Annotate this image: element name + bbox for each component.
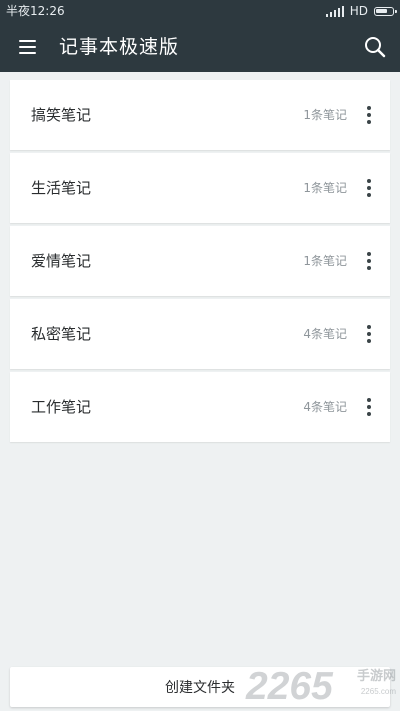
folder-count: 1条笔记 xyxy=(303,254,347,268)
folder-count: 1条笔记 xyxy=(303,181,347,195)
bottom-bar: 创建文件夹 2265 手游网 2265.com xyxy=(0,663,400,711)
more-icon[interactable] xyxy=(359,394,379,420)
folder-name: 爱情笔记 xyxy=(31,252,92,270)
battery-level xyxy=(376,8,387,13)
folder-count: 4条笔记 xyxy=(303,400,347,414)
folder-item-funny[interactable]: 搞笑笔记 1条笔记 xyxy=(10,80,390,150)
page-title: 记事本极速版 xyxy=(59,36,180,58)
more-icon[interactable] xyxy=(359,175,379,201)
battery-icon xyxy=(374,6,397,16)
menu-icon[interactable] xyxy=(16,37,42,57)
more-icon[interactable] xyxy=(359,102,379,128)
more-icon[interactable] xyxy=(359,248,379,274)
create-folder-button[interactable]: 创建文件夹 xyxy=(10,667,390,707)
folder-name: 生活笔记 xyxy=(31,179,92,197)
folder-name: 私密笔记 xyxy=(31,325,92,343)
folder-item-private[interactable]: 私密笔记 4条笔记 xyxy=(10,299,390,369)
folder-list: 搞笑笔记 1条笔记 生活笔记 1条笔记 爱情笔记 1条笔记 私密笔记 4条笔记 … xyxy=(10,80,390,445)
folder-item-love[interactable]: 爱情笔记 1条笔记 xyxy=(10,226,390,296)
status-time: 半夜12:26 xyxy=(6,4,65,18)
app-bar: 记事本极速版 xyxy=(0,22,400,72)
search-icon[interactable] xyxy=(362,34,388,60)
status-bar: 半夜12:26 HD xyxy=(0,0,400,22)
folder-count: 1条笔记 xyxy=(303,108,347,122)
folder-name: 工作笔记 xyxy=(31,398,92,416)
more-icon[interactable] xyxy=(359,321,379,347)
signal-icon xyxy=(325,5,344,17)
folder-count: 4条笔记 xyxy=(303,327,347,341)
folder-item-work[interactable]: 工作笔记 4条笔记 xyxy=(10,372,390,442)
network-type: HD xyxy=(349,4,368,18)
folder-name: 搞笑笔记 xyxy=(31,106,92,124)
folder-item-life[interactable]: 生活笔记 1条笔记 xyxy=(10,153,390,223)
status-indicators: HD xyxy=(325,3,397,19)
